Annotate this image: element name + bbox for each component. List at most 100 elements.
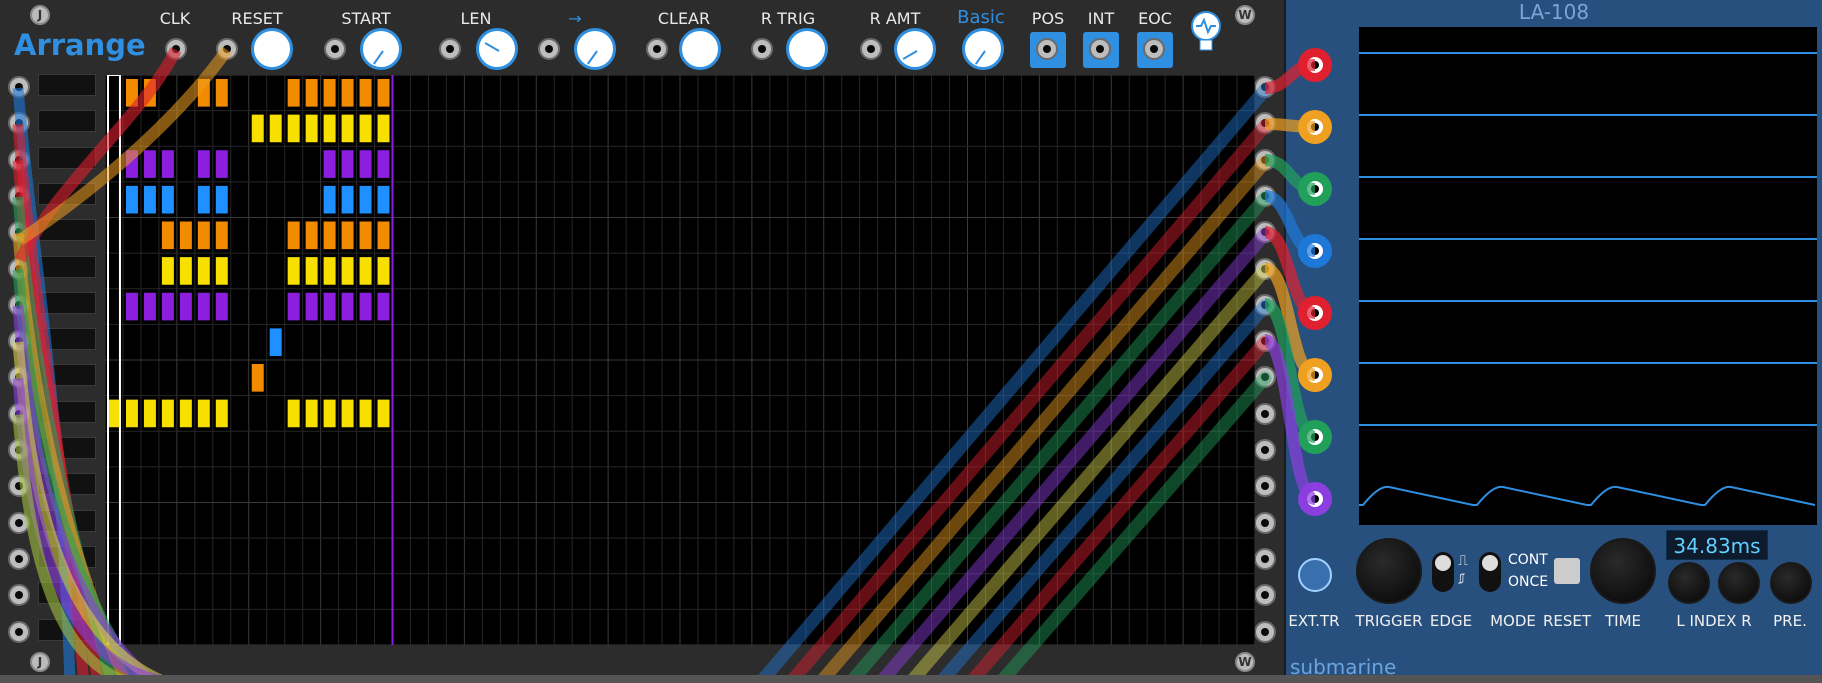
row-output-jack[interactable] <box>1254 293 1276 316</box>
mode-toggle[interactable] <box>1479 552 1501 592</box>
scope-input-jack[interactable] <box>1298 110 1332 144</box>
row-lane-label <box>38 437 96 459</box>
trigger-knob[interactable] <box>1356 538 1422 604</box>
screw-w-top: W <box>1235 5 1255 25</box>
start-label: START <box>341 9 391 28</box>
row-output-jack[interactable] <box>1254 547 1276 570</box>
sequence-grid[interactable] <box>105 75 1255 645</box>
scope-input-jack[interactable] <box>1298 234 1332 268</box>
reset-jack[interactable] <box>216 38 238 60</box>
row-input-jack[interactable] <box>8 148 30 171</box>
grid-cell <box>269 114 282 143</box>
index-left-knob[interactable] <box>1668 562 1710 604</box>
row-input-jack[interactable] <box>8 257 30 280</box>
grid-cell <box>305 399 318 428</box>
row-lane-label <box>38 219 96 242</box>
row-input-jack[interactable] <box>8 439 30 461</box>
grid-cell <box>269 328 282 356</box>
scope-input-jack[interactable] <box>1298 48 1332 82</box>
row-input-jack[interactable] <box>8 511 30 534</box>
clk-jack[interactable] <box>165 38 187 60</box>
start-knob[interactable] <box>360 28 402 70</box>
grid-cell <box>305 79 318 107</box>
reset-button-la[interactable] <box>1554 558 1580 584</box>
len-cv-jack[interactable] <box>439 38 461 60</box>
scope-input-jack[interactable] <box>1298 420 1332 454</box>
scope-input-jack[interactable] <box>1298 296 1332 330</box>
row-output-jack[interactable] <box>1254 511 1276 534</box>
grid-cell <box>305 114 318 143</box>
direction-jack[interactable] <box>538 38 560 60</box>
int-output[interactable] <box>1083 32 1119 68</box>
grid-cell <box>161 292 174 321</box>
row-lane-label <box>38 582 96 605</box>
row-input-jack[interactable] <box>8 330 30 353</box>
row-output-jack[interactable] <box>1254 330 1276 353</box>
clk-label: CLK <box>159 9 191 28</box>
row-input-jack[interactable] <box>8 402 30 425</box>
grid-cell <box>125 292 138 321</box>
clear-button[interactable] <box>679 28 721 70</box>
row-input-jack[interactable] <box>8 293 30 316</box>
row-output-jack[interactable] <box>1254 439 1276 461</box>
row-input-jack[interactable] <box>8 620 30 643</box>
grid-cell <box>143 79 156 107</box>
direction-knob[interactable] <box>574 28 616 70</box>
row-input-jack[interactable] <box>8 76 30 98</box>
row-lane-label <box>38 509 96 532</box>
row-lane-label <box>38 364 96 387</box>
mode-knob[interactable] <box>962 28 1004 70</box>
grid-cell <box>323 257 336 285</box>
time-knob[interactable] <box>1590 538 1656 604</box>
grid-cell <box>323 185 336 214</box>
rtrig-jack[interactable] <box>751 38 773 60</box>
clear-label: CLEAR <box>657 9 711 28</box>
screw-j-bottom: J <box>30 652 50 672</box>
scope-input-jack[interactable] <box>1298 482 1332 516</box>
grid-cell <box>323 292 336 321</box>
grid-cell <box>377 292 390 321</box>
grid-cell <box>341 292 354 321</box>
ramt-cv-jack[interactable] <box>860 38 882 60</box>
row-input-jack[interactable] <box>8 184 30 207</box>
start-cv-jack[interactable] <box>324 38 346 60</box>
grid-cell <box>323 399 336 428</box>
row-input-jack[interactable] <box>8 547 30 570</box>
grid-cell <box>215 257 228 285</box>
reset-button[interactable] <box>251 28 293 70</box>
rack-rail <box>0 675 1822 683</box>
row-output-jack[interactable] <box>1254 148 1276 171</box>
clear-jack[interactable] <box>646 38 668 60</box>
grid-cell <box>359 399 372 428</box>
ramt-knob[interactable] <box>894 28 936 70</box>
grid-cell <box>341 185 354 214</box>
grid-cell <box>251 364 264 392</box>
pos-output[interactable] <box>1030 32 1066 68</box>
row-output-jack[interactable] <box>1254 184 1276 207</box>
ext-tr-jack[interactable] <box>1298 558 1332 592</box>
grid-cell <box>359 79 372 107</box>
grid-cell <box>359 221 372 250</box>
row-lane-label <box>38 146 96 169</box>
row-output-jack[interactable] <box>1254 76 1276 98</box>
module-title: Arrange <box>14 28 146 62</box>
screw-j-top: J <box>30 5 50 25</box>
index-right-knob[interactable] <box>1718 562 1760 604</box>
grid-cell <box>143 292 156 321</box>
row-output-jack[interactable] <box>1254 257 1276 280</box>
len-knob[interactable] <box>476 28 518 70</box>
row-output-jack[interactable] <box>1254 402 1276 425</box>
rtrig-button[interactable] <box>786 28 828 70</box>
scope-input-jack[interactable] <box>1298 172 1332 206</box>
grid-cell <box>161 399 174 428</box>
pre-knob[interactable] <box>1770 562 1812 604</box>
edge-toggle[interactable] <box>1432 552 1454 592</box>
grid-cell <box>377 221 390 250</box>
grid-cell <box>161 257 174 285</box>
grid-cell <box>143 185 156 214</box>
grid-cell <box>108 399 120 428</box>
scope-input-jack[interactable] <box>1298 358 1332 392</box>
row-lane-label <box>38 74 96 96</box>
eoc-output[interactable] <box>1137 32 1173 68</box>
grid-cell <box>161 150 174 178</box>
